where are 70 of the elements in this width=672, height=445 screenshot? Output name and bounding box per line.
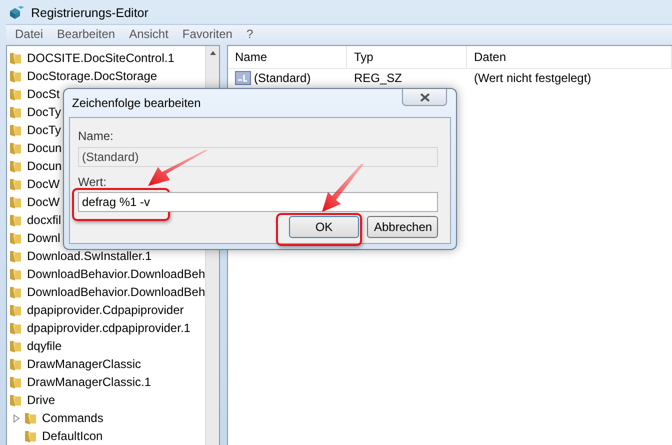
tree-item[interactable]: DrawManagerClassic	[27, 357, 142, 371]
folder-icon	[9, 375, 23, 389]
expand-arrow-icon[interactable]	[13, 414, 20, 422]
tree-item[interactable]: dpapiprovider.Cdpapiprovider	[27, 303, 184, 317]
value-data: (Wert nicht festgelegt)	[473, 71, 592, 85]
value-name[interactable]: (Standard)	[254, 71, 311, 85]
folder-icon	[24, 429, 38, 443]
tree-item[interactable]: Docun	[27, 141, 62, 155]
tree-item[interactable]: DocSt	[27, 87, 60, 101]
tree-item[interactable]: DownloadBehavior.DownloadBeh	[27, 267, 206, 281]
tree-item[interactable]: DocW	[27, 177, 60, 191]
dialog-title: Zeichenfolge bearbeiten	[72, 96, 201, 110]
tree-item[interactable]: Download.SwInstaller.1	[27, 249, 152, 263]
tree-item[interactable]: DOCSITE.DocSiteControl.1	[27, 51, 174, 65]
menu-item[interactable]: Favoriten	[182, 26, 232, 41]
name-field: (Standard)	[78, 147, 438, 167]
tree-item[interactable]: DocTy	[27, 123, 62, 137]
tree-item[interactable]: DownloadBehavior.DownloadBeh	[27, 285, 206, 299]
menu-item[interactable]: ?	[246, 26, 254, 41]
tree-item[interactable]: Downl	[27, 231, 60, 245]
folder-icon	[9, 303, 23, 317]
folder-icon	[9, 249, 23, 263]
menu-item[interactable]: Ansicht	[129, 26, 168, 41]
name-label: Name:	[78, 128, 114, 145]
tree-item[interactable]: DrawManagerClassic.1	[27, 375, 152, 389]
tree-item[interactable]: Commands	[42, 411, 104, 425]
value-type: REG_SZ	[353, 71, 404, 85]
folder-icon	[9, 321, 23, 335]
folder-icon	[9, 357, 23, 371]
tree-item[interactable]: DocStorage.DocStorage	[27, 69, 158, 83]
annotation-arrow	[322, 164, 364, 212]
tree-item[interactable]: Drive	[27, 393, 56, 407]
tree-item[interactable]: DocTy	[27, 105, 62, 119]
menu-item[interactable]: Datei	[15, 26, 44, 41]
value-input[interactable]: defrag %1 -v	[78, 192, 438, 212]
folder-icon	[9, 339, 23, 353]
folder-icon	[9, 267, 23, 281]
menu-item[interactable]: Bearbeiten	[57, 26, 116, 41]
folder-icon	[9, 177, 23, 191]
folder-icon	[9, 285, 23, 299]
folder-icon	[9, 195, 23, 209]
folder-icon	[9, 105, 23, 119]
folder-icon	[9, 159, 23, 173]
folder-icon	[9, 231, 23, 245]
app-icon	[9, 6, 25, 20]
folder-icon	[9, 213, 23, 227]
window-title: Registrierungs-Editor	[31, 6, 148, 20]
annotation-arrow	[148, 150, 208, 186]
string-value-icon	[235, 71, 251, 85]
column-header[interactable]: Daten	[467, 46, 672, 68]
close-button[interactable]	[402, 89, 447, 106]
dialog-button[interactable]: OK	[289, 216, 359, 238]
dialog-button[interactable]: Abbrechen	[367, 216, 438, 238]
folder-icon	[9, 87, 23, 101]
folder-icon	[9, 51, 23, 65]
tree-item[interactable]: DocW	[27, 195, 60, 209]
tree-item[interactable]: docxfil	[27, 213, 62, 227]
folder-icon	[9, 69, 23, 83]
tree-item[interactable]: DefaultIcon	[42, 429, 103, 443]
tree-item[interactable]: Docun	[27, 159, 62, 173]
tree-item[interactable]: dpapiprovider.cdpapiprovider.1	[27, 321, 190, 335]
folder-icon	[9, 393, 23, 407]
tree-item[interactable]: dqyfile	[27, 339, 62, 353]
folder-icon	[9, 141, 23, 155]
close-icon	[420, 92, 430, 102]
folder-icon	[9, 123, 23, 137]
column-header[interactable]: Name	[228, 46, 347, 68]
value-label: Wert:	[78, 174, 106, 191]
column-header[interactable]: Typ	[347, 46, 467, 68]
folder-icon	[24, 411, 38, 425]
